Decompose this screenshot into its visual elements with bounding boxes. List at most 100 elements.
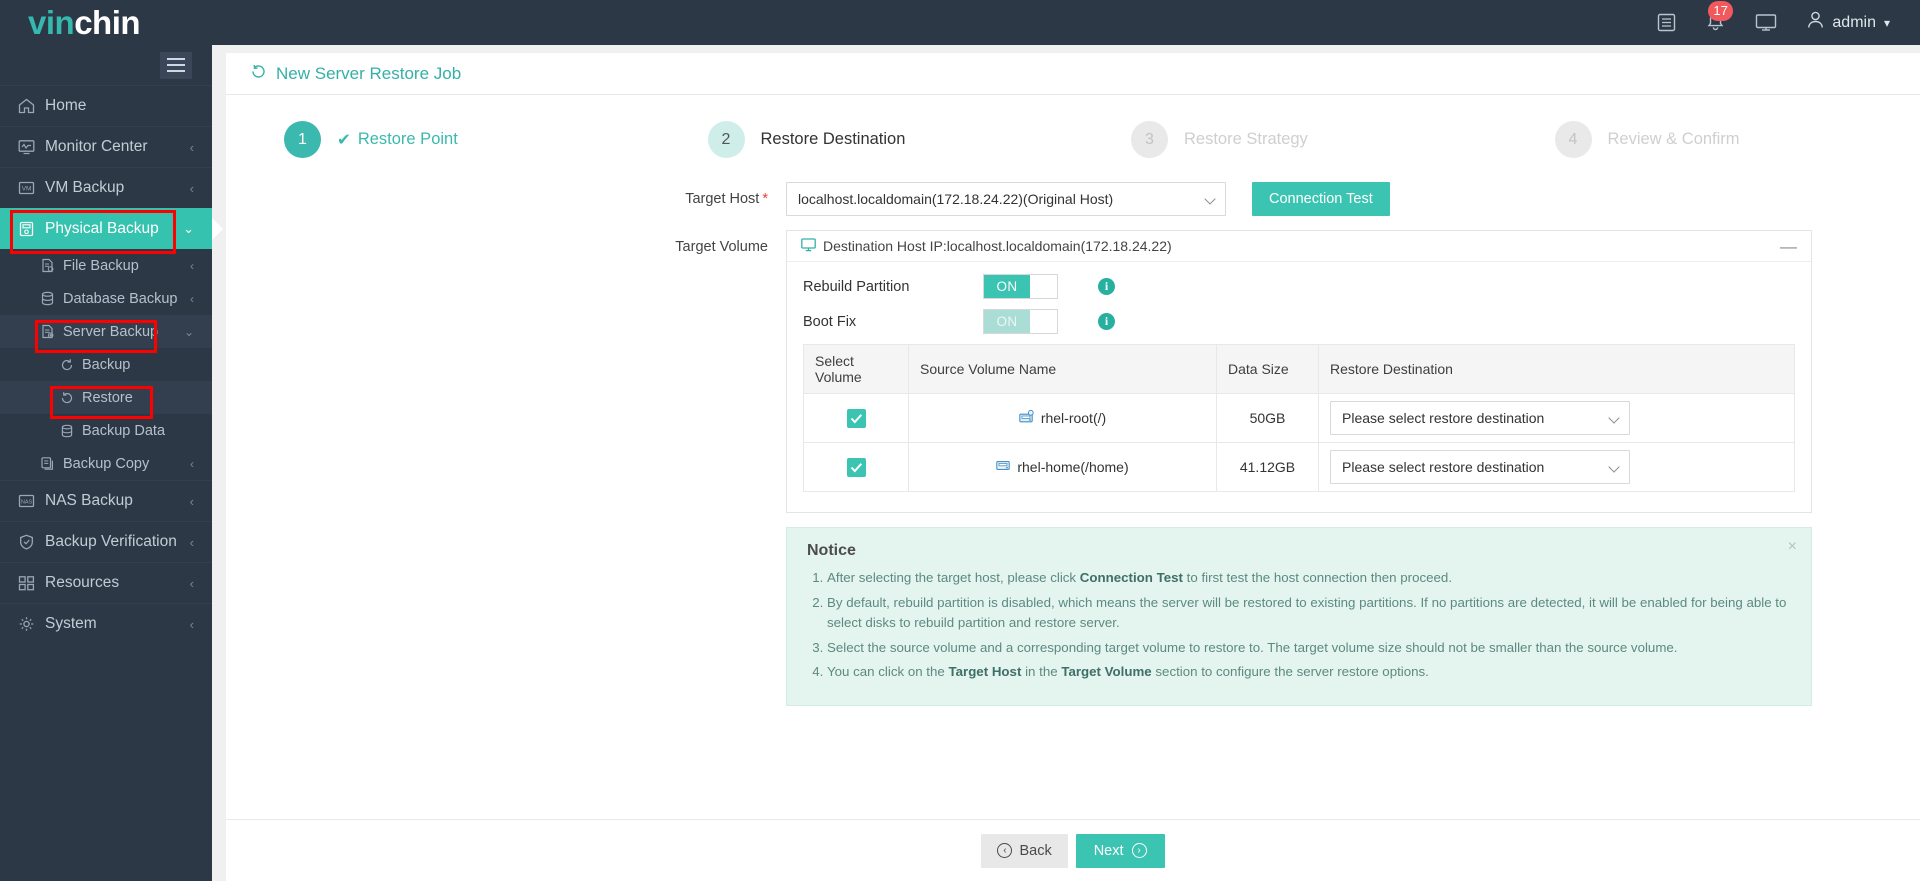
row-select-cell <box>803 393 909 443</box>
user-menu[interactable]: admin ▾ <box>1807 11 1890 34</box>
notice-text: After selecting the target host, please … <box>827 570 1080 585</box>
sidebar-item-label: VM Backup <box>45 179 125 196</box>
sidebar-item-label: File Backup <box>63 257 139 274</box>
list-icon[interactable] <box>1657 13 1676 32</box>
target-host-label-text: Target Host <box>685 191 760 207</box>
restore-destination-select-wrap: Please select restore destination <box>1330 401 1630 435</box>
bell-icon[interactable]: 17 <box>1706 1 1733 33</box>
rebuild-partition-label: Rebuild Partition <box>803 278 910 295</box>
sidebar-item-restore[interactable]: Restore <box>0 381 212 414</box>
sidebar-item-backup[interactable]: Backup <box>0 348 212 381</box>
page-title: New Server Restore Job <box>226 53 1920 95</box>
toggle-state-label: ON <box>984 310 1030 333</box>
notice-item: You can click on the Target Host in the … <box>827 662 1791 683</box>
boot-fix-toggle[interactable]: ON <box>983 309 1058 334</box>
sidebar-item-server-backup[interactable]: Server Backup ⌄ <box>0 315 212 348</box>
rebuild-partition-toggle[interactable]: ON <box>983 274 1058 299</box>
notice-row: × Notice After selecting the target host… <box>226 527 1920 707</box>
monitor-icon <box>801 237 816 255</box>
info-icon[interactable]: i <box>1098 278 1115 295</box>
sidebar-item-label: Home <box>45 97 87 114</box>
gear-icon <box>18 616 45 632</box>
row-destination-cell: Please select restore destination <box>1318 442 1795 492</box>
monitor-icon[interactable] <box>1755 13 1777 32</box>
physical-backup-icon <box>18 221 45 237</box>
boot-fix-row: Boot Fix ON i <box>803 309 1795 334</box>
notice-box: × Notice After selecting the target host… <box>786 527 1812 707</box>
chevron-icon: ‹ <box>189 616 194 632</box>
page-title-label: New Server Restore Job <box>276 63 462 83</box>
wizard-step-4[interactable]: 4 Review & Confirm <box>1497 121 1920 158</box>
restore-destination-select[interactable]: Please select restore destination <box>1330 401 1630 435</box>
restore-destination-select-wrap: Please select restore destination <box>1330 450 1630 484</box>
panel-header-label: Destination Host IP:localhost.localdomai… <box>823 238 1172 254</box>
wizard-step-2[interactable]: 2 Restore Destination <box>650 121 1074 158</box>
target-host-label: Target Host * <box>226 182 786 216</box>
next-button[interactable]: Next › <box>1075 833 1165 868</box>
column-source-volume-name: Source Volume Name <box>908 344 1217 394</box>
sidebar-item-resources[interactable]: Resources ‹ <box>0 562 212 603</box>
app-logo[interactable]: vinchin <box>0 6 212 39</box>
logo-text-secondary: chin <box>74 4 141 41</box>
sidebar-item-backup-copy[interactable]: Backup Copy ‹ <box>0 447 212 480</box>
sidebar-item-nas-backup[interactable]: NAS NAS Backup ‹ <box>0 480 212 521</box>
chevron-icon: ‹ <box>189 493 194 509</box>
target-volume-row: Target Volume Destination Host IP:localh… <box>226 230 1920 513</box>
check-icon: ✔ <box>337 130 351 149</box>
sidebar-item-label: Backup Verification <box>45 533 177 550</box>
sidebar-item-monitor-center[interactable]: Monitor Center ‹ <box>0 126 212 167</box>
target-host-select[interactable]: localhost.localdomain(172.18.24.22)(Orig… <box>786 182 1226 216</box>
step-number: 2 <box>707 121 745 158</box>
backup-icon <box>60 358 82 372</box>
back-button[interactable]: ‹ Back <box>981 833 1068 868</box>
chevron-icon: ‹ <box>189 180 194 196</box>
sidebar-item-vm-backup[interactable]: VM VM Backup ‹ <box>0 167 212 208</box>
restore-destination-select[interactable]: Please select restore destination <box>1330 450 1630 484</box>
step-number: 4 <box>1554 121 1592 158</box>
info-icon[interactable]: i <box>1098 313 1115 330</box>
restore-icon <box>250 63 267 85</box>
step-label-wrap: Restore Strategy <box>1184 130 1308 149</box>
chevron-icon: ⌄ <box>183 324 194 339</box>
sidebar-item-backup-data[interactable]: Backup Data <box>0 414 212 447</box>
sidebar-item-system[interactable]: System ‹ <box>0 603 212 644</box>
collapse-icon[interactable]: — <box>1780 238 1797 255</box>
row-size-cell: 41.12GB <box>1216 442 1319 492</box>
connection-test-button[interactable]: Connection Test <box>1252 182 1390 216</box>
copy-icon <box>40 456 63 471</box>
wizard-step-1[interactable]: 1 ✔ Restore Point <box>226 121 650 158</box>
chevron-icon: ‹ <box>190 258 194 273</box>
step-number: 1 <box>284 121 321 158</box>
sidebar-item-file-backup[interactable]: File Backup ‹ <box>0 249 212 282</box>
target-volume-label: Target Volume <box>675 239 768 255</box>
sidebar-item-label: System <box>45 615 97 632</box>
wizard-step-3[interactable]: 3 Restore Strategy <box>1073 121 1497 158</box>
chevron-icon: ‹ <box>190 291 194 306</box>
sidebar-item-home[interactable]: Home <box>0 85 212 126</box>
sidebar-item-label: Backup Data <box>82 422 166 439</box>
row-name-cell: rhel-root(/) <box>908 393 1217 443</box>
user-icon <box>1807 11 1824 34</box>
row-destination-cell: Please select restore destination <box>1318 393 1795 443</box>
volume-table: Select Volume Source Volume Name Data Si… <box>803 344 1795 492</box>
rebuild-partition-row: Rebuild Partition ON i <box>803 274 1795 299</box>
restore-destination-form: Target Host * localhost.localdomain(172.1… <box>226 182 1920 720</box>
column-data-size: Data Size <box>1216 344 1319 394</box>
step-label: Restore Destination <box>760 130 906 148</box>
table-row: rhel-root(/) 50GB Please select restore … <box>803 393 1795 443</box>
arrow-left-icon: ‹ <box>997 843 1013 858</box>
row-name-cell: rhel-home(/home) <box>908 442 1217 492</box>
sidebar-item-physical-backup[interactable]: Physical Backup ⌄ <box>0 208 212 249</box>
target-host-select-wrap: localhost.localdomain(172.18.24.22)(Orig… <box>786 182 1226 216</box>
volume-checkbox[interactable] <box>846 408 866 428</box>
sidebar-item-label: Restore <box>82 389 133 406</box>
sidebar-item-backup-verification[interactable]: Backup Verification ‹ <box>0 521 212 562</box>
table-header-row: Select Volume Source Volume Name Data Si… <box>803 344 1795 394</box>
volume-checkbox[interactable] <box>846 457 866 477</box>
hamburger-menu-icon[interactable] <box>160 51 192 79</box>
column-select-volume: Select Volume <box>803 344 909 394</box>
notice-text: By default, rebuild partition is disable… <box>827 594 1787 631</box>
disk-icon <box>996 459 1011 475</box>
close-icon[interactable]: × <box>1788 539 1797 555</box>
sidebar-item-database-backup[interactable]: Database Backup ‹ <box>0 282 212 315</box>
